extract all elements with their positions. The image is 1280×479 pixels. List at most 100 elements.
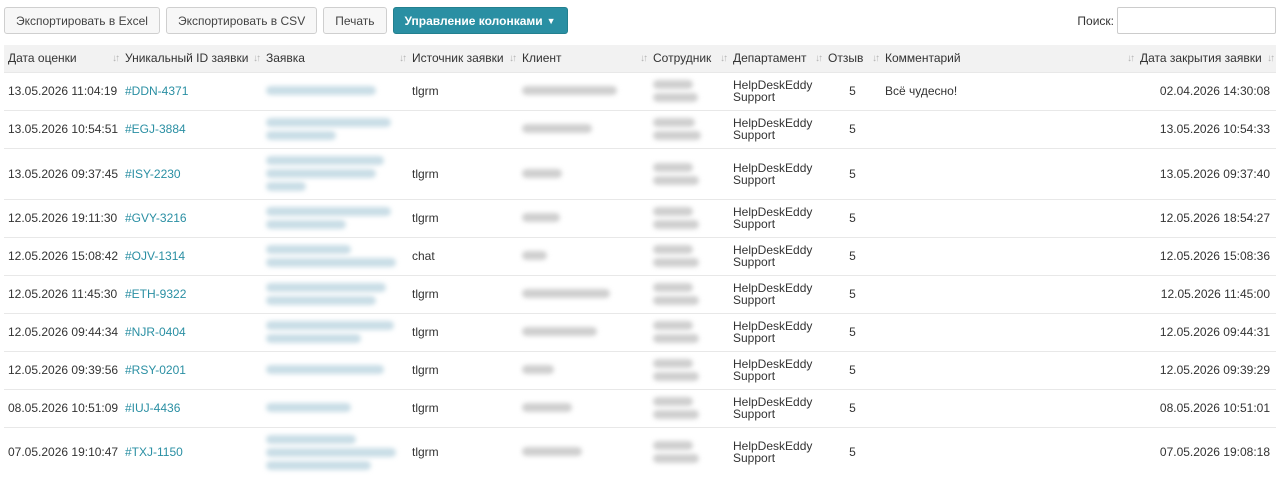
client-cell-redacted	[518, 274, 649, 313]
ticket-id-link[interactable]: #NJR-0404	[125, 325, 186, 339]
sort-icon: ↓↑	[253, 53, 261, 64]
ticket-id-link[interactable]: #DDN-4371	[125, 84, 188, 98]
source-cell	[408, 109, 518, 148]
closed-date-cell: 07.05.2026 19:08:18	[1136, 426, 1276, 477]
ticket-id-cell: #OJV-1314	[121, 236, 262, 275]
column-header-rated-date[interactable]: Дата оценки ↓↑	[4, 45, 121, 72]
rated-date-cell: 08.05.2026 10:51:09	[4, 388, 121, 427]
ticket-id-cell: #EGJ-3884	[121, 109, 262, 148]
employee-cell-redacted	[649, 147, 729, 199]
comment-cell: Всё чудесно!	[881, 71, 1136, 110]
column-header-employee[interactable]: Сотрудник ↓↑	[649, 45, 729, 72]
table-row: 12.05.2026 15:08:42 #OJV-1314 chat HelpD…	[4, 236, 1276, 275]
ticket-id-cell: #NJR-0404	[121, 312, 262, 351]
source-cell: tlgrm	[408, 350, 518, 389]
sort-icon: ↓↑	[815, 53, 823, 64]
closed-date-cell: 12.05.2026 11:45:00	[1136, 274, 1276, 313]
column-label: Комментарий	[885, 51, 961, 66]
employee-cell-redacted	[649, 109, 729, 148]
column-header-rating[interactable]: Отзыв ↓↑	[824, 45, 881, 72]
source-cell: tlgrm	[408, 388, 518, 427]
comment-cell	[881, 312, 1136, 351]
sort-icon: ↓↑	[640, 53, 648, 64]
ticket-cell-redacted	[262, 71, 408, 110]
ticket-cell-redacted	[262, 388, 408, 427]
department-cell: HelpDeskEddy Support	[729, 198, 824, 237]
department-cell: HelpDeskEddy Support	[729, 147, 824, 199]
comment-cell	[881, 147, 1136, 199]
department-cell: HelpDeskEddy Support	[729, 426, 824, 477]
column-header-closed-date[interactable]: Дата закрытия заявки ↓↑	[1136, 45, 1276, 72]
rating-cell: 5	[824, 312, 881, 351]
manage-columns-button[interactable]: Управление колонками ▼	[392, 7, 568, 34]
sort-icon: ↓↑	[1127, 53, 1135, 64]
column-header-source[interactable]: Источник заявки ↓↑	[408, 45, 518, 72]
search-input[interactable]	[1117, 7, 1276, 34]
comment-cell	[881, 236, 1136, 275]
source-cell: chat	[408, 236, 518, 275]
column-header-ticket[interactable]: Заявка ↓↑	[262, 45, 408, 72]
comment-cell	[881, 274, 1136, 313]
department-cell: HelpDeskEddy Support	[729, 109, 824, 148]
ticket-id-link[interactable]: #OJV-1314	[125, 249, 185, 263]
ticket-id-cell: #ISY-2230	[121, 147, 262, 199]
client-cell-redacted	[518, 388, 649, 427]
ticket-id-link[interactable]: #EGJ-3884	[125, 122, 186, 136]
rating-cell: 5	[824, 426, 881, 477]
table-row: 12.05.2026 11:45:30 #ETH-9322 tlgrm Help…	[4, 274, 1276, 313]
sort-icon: ↓↑	[1267, 53, 1275, 64]
rating-cell: 5	[824, 236, 881, 275]
employee-cell-redacted	[649, 350, 729, 389]
closed-date-cell: 02.04.2026 14:30:08	[1136, 71, 1276, 110]
ticket-cell-redacted	[262, 274, 408, 313]
ticket-cell-redacted	[262, 198, 408, 237]
column-label: Источник заявки	[412, 51, 504, 66]
column-header-comment[interactable]: Комментарий ↓↑	[881, 45, 1136, 72]
client-cell-redacted	[518, 350, 649, 389]
employee-cell-redacted	[649, 388, 729, 427]
table-header-row: Дата оценки ↓↑ Уникальный ID заявки ↓↑ Зая…	[4, 45, 1276, 72]
sort-icon: ↓↑	[399, 53, 407, 64]
caret-down-icon: ▼	[546, 15, 556, 26]
rating-cell: 5	[824, 350, 881, 389]
ticket-id-cell: #DDN-4371	[121, 71, 262, 110]
ticket-id-link[interactable]: #ETH-9322	[125, 287, 186, 301]
rated-date-cell: 12.05.2026 09:39:56	[4, 350, 121, 389]
employee-cell-redacted	[649, 71, 729, 110]
export-csv-button[interactable]: Экспортировать в CSV	[165, 7, 318, 34]
table-row: 13.05.2026 10:54:51 #EGJ-3884 HelpDeskEd…	[4, 109, 1276, 148]
print-button[interactable]: Печать	[323, 7, 387, 34]
sort-icon: ↓↑	[509, 53, 517, 64]
column-label: Дата оценки	[8, 51, 77, 66]
employee-cell-redacted	[649, 426, 729, 477]
closed-date-cell: 08.05.2026 10:51:01	[1136, 388, 1276, 427]
rating-cell: 5	[824, 198, 881, 237]
export-toolbar: Экспортировать в Excel Экспортировать в …	[4, 7, 568, 34]
ticket-id-link[interactable]: #IUJ-4436	[125, 401, 180, 415]
closed-date-cell: 12.05.2026 09:44:31	[1136, 312, 1276, 351]
client-cell-redacted	[518, 312, 649, 351]
ticket-cell-redacted	[262, 109, 408, 148]
ticket-id-link[interactable]: #ISY-2230	[125, 167, 181, 181]
source-cell: tlgrm	[408, 71, 518, 110]
rated-date-cell: 13.05.2026 11:04:19	[4, 71, 121, 110]
department-cell: HelpDeskEddy Support	[729, 388, 824, 427]
ticket-id-link[interactable]: #RSY-0201	[125, 363, 186, 377]
column-header-department[interactable]: Департамент ↓↑	[729, 45, 824, 72]
ticket-id-link[interactable]: #TXJ-1150	[125, 445, 183, 459]
table-row: 07.05.2026 19:10:47 #TXJ-1150 tlgrm Help…	[4, 426, 1276, 477]
ticket-id-link[interactable]: #GVY-3216	[125, 211, 187, 225]
export-excel-button[interactable]: Экспортировать в Excel	[4, 7, 160, 34]
table-row: 12.05.2026 09:39:56 #RSY-0201 tlgrm Help…	[4, 350, 1276, 389]
department-cell: HelpDeskEddy Support	[729, 274, 824, 313]
rating-cell: 5	[824, 71, 881, 110]
ticket-id-cell: #ETH-9322	[121, 274, 262, 313]
employee-cell-redacted	[649, 274, 729, 313]
search-label: Поиск:	[1077, 13, 1114, 28]
search-box: Поиск:	[1077, 7, 1276, 34]
table-row: 08.05.2026 10:51:09 #IUJ-4436 tlgrm Help…	[4, 388, 1276, 427]
ticket-cell-redacted	[262, 426, 408, 477]
employee-cell-redacted	[649, 312, 729, 351]
column-header-client[interactable]: Клиент ↓↑	[518, 45, 649, 72]
column-header-ticket-id[interactable]: Уникальный ID заявки ↓↑	[121, 45, 262, 72]
